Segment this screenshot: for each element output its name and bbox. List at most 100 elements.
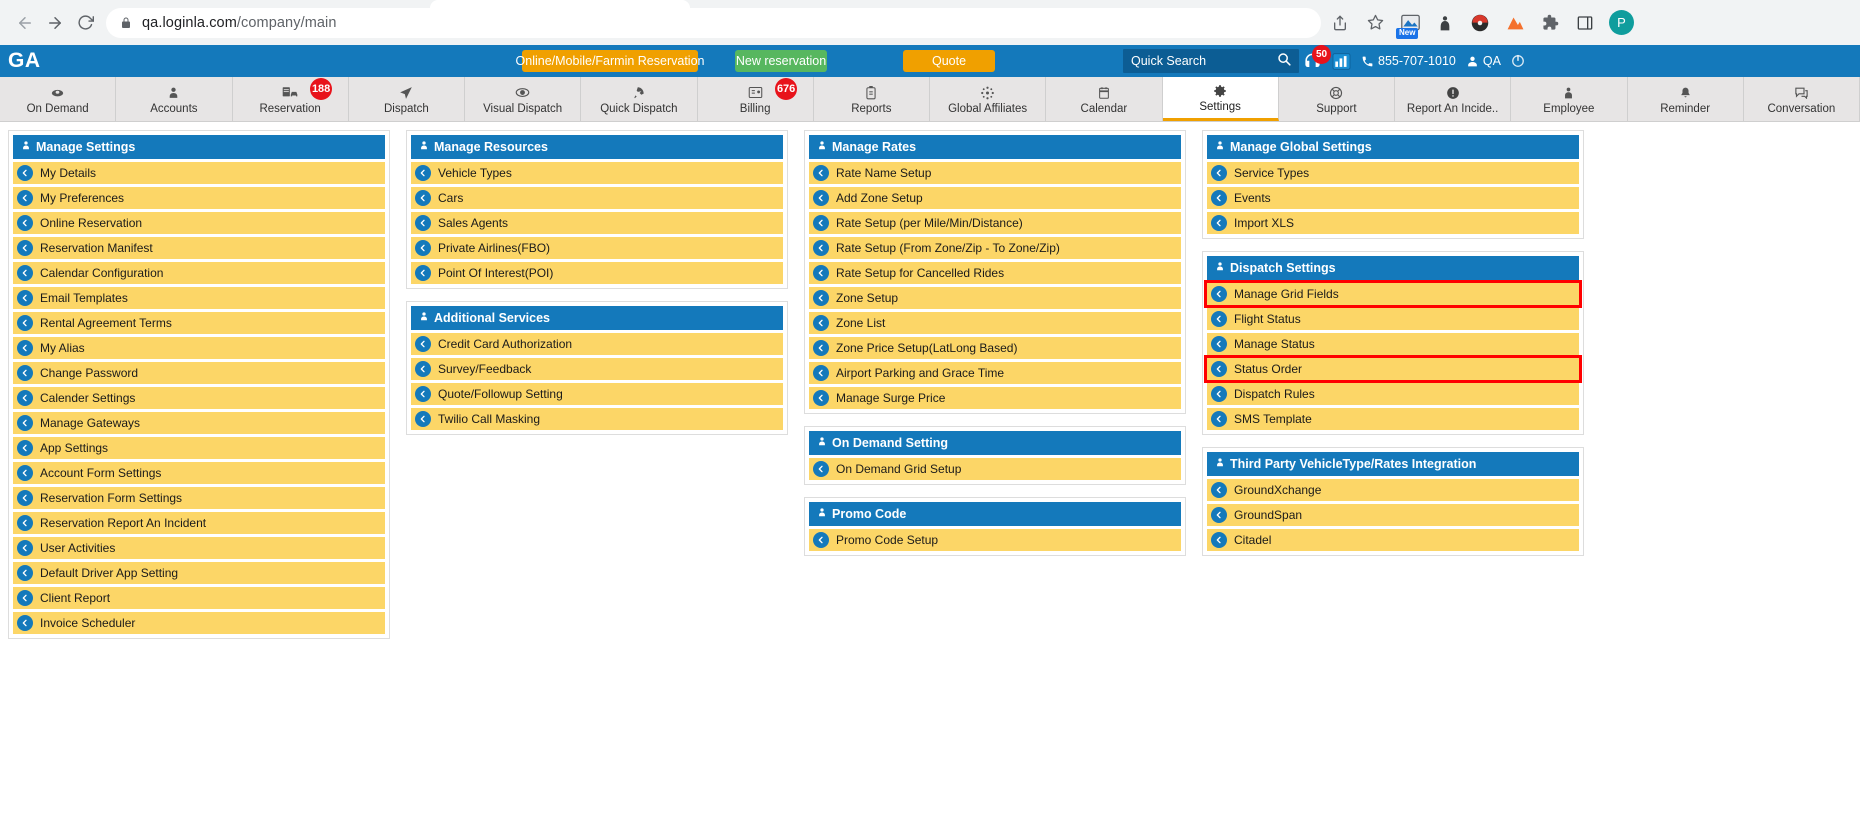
menu-item-calender-settings[interactable]: Calender Settings (13, 387, 385, 409)
menu-item-twilio-call-masking[interactable]: Twilio Call Masking (411, 408, 783, 430)
menu-item-rate-name-setup[interactable]: Rate Name Setup (809, 162, 1181, 184)
menu-item-survey-feedback[interactable]: Survey/Feedback (411, 358, 783, 380)
screenshot-extension-icon[interactable]: New (1399, 12, 1421, 34)
nav-item-reports[interactable]: Reports (814, 77, 930, 121)
nav-item-billing[interactable]: Billing676 (698, 77, 814, 121)
menu-item-invoice-scheduler[interactable]: Invoice Scheduler (13, 612, 385, 634)
nav-item-report-an-incide[interactable]: Report An Incide.. (1395, 77, 1511, 121)
adblock-extension-icon[interactable] (1469, 12, 1491, 34)
online-mobile-farmin-reservation-button[interactable]: Online/Mobile/Farmin Reservation (522, 50, 698, 72)
reload-icon[interactable] (70, 8, 100, 38)
chevron-left-icon (17, 240, 33, 256)
menu-item-zone-price-setup-latlong-based[interactable]: Zone Price Setup(LatLong Based) (809, 337, 1181, 359)
back-arrow-icon[interactable] (10, 8, 40, 38)
menu-item-airport-parking-and-grace-time[interactable]: Airport Parking and Grace Time (809, 362, 1181, 384)
share-icon[interactable] (1329, 12, 1351, 34)
analytics-chart-icon[interactable] (1332, 53, 1351, 70)
search-icon[interactable] (1277, 52, 1291, 71)
nav-item-dispatch[interactable]: Dispatch (349, 77, 465, 121)
menu-item-app-settings[interactable]: App Settings (13, 437, 385, 459)
nav-item-employee[interactable]: Employee (1511, 77, 1627, 121)
nav-item-global-affiliates[interactable]: Global Affiliates (930, 77, 1046, 121)
star-icon[interactable] (1364, 12, 1386, 34)
menu-item-change-password[interactable]: Change Password (13, 362, 385, 384)
forward-arrow-icon[interactable] (40, 8, 70, 38)
nav-item-reminder[interactable]: Reminder (1628, 77, 1744, 121)
menu-item-my-details[interactable]: My Details (13, 162, 385, 184)
menu-item-credit-card-authorization[interactable]: Credit Card Authorization (411, 333, 783, 355)
menu-item-groundxchange[interactable]: GroundXchange (1207, 479, 1579, 501)
nav-item-reservation[interactable]: Reservation188 (233, 77, 349, 121)
menu-item-private-airlines-fbo[interactable]: Private Airlines(FBO) (411, 237, 783, 259)
quick-search-box[interactable]: Quick Search (1123, 49, 1299, 73)
menu-item-rate-setup-per-mile-min-distance[interactable]: Rate Setup (per Mile/Min/Distance) (809, 212, 1181, 234)
nav-item-badge: 188 (310, 78, 332, 100)
menu-item-import-xls[interactable]: Import XLS (1207, 212, 1579, 234)
chevron-left-icon (415, 215, 431, 231)
menu-item-rate-setup-from-zone-zip-to-zone-zip[interactable]: Rate Setup (From Zone/Zip - To Zone/Zip) (809, 237, 1181, 259)
phone-number[interactable]: 855-707-1010 (1361, 54, 1456, 68)
browser-tab-stub[interactable] (430, 0, 690, 8)
app-logo[interactable]: GA (0, 49, 120, 73)
menu-item-reservation-manifest[interactable]: Reservation Manifest (13, 237, 385, 259)
sidepanel-icon[interactable] (1574, 12, 1596, 34)
nav-item-support[interactable]: Support (1279, 77, 1395, 121)
quote-button[interactable]: Quote (903, 50, 995, 72)
menu-item-groundspan[interactable]: GroundSpan (1207, 504, 1579, 526)
nav-item-settings[interactable]: Settings (1163, 77, 1279, 121)
menu-item-account-form-settings[interactable]: Account Form Settings (13, 462, 385, 484)
menu-item-my-alias[interactable]: My Alias (13, 337, 385, 359)
mountain-extension-icon[interactable] (1504, 12, 1526, 34)
menu-item-add-zone-setup[interactable]: Add Zone Setup (809, 187, 1181, 209)
support-headset-icon[interactable]: 50 (1303, 52, 1322, 71)
new-reservation-button[interactable]: New reservation (735, 50, 827, 72)
profile-avatar[interactable]: P (1609, 10, 1634, 35)
extensions-puzzle-icon[interactable] (1539, 12, 1561, 34)
nav-item-conversation[interactable]: Conversation (1744, 77, 1860, 121)
menu-item-zone-list[interactable]: Zone List (809, 312, 1181, 334)
nav-item-visual-dispatch[interactable]: Visual Dispatch (465, 77, 581, 121)
menu-item-rental-agreement-terms[interactable]: Rental Agreement Terms (13, 312, 385, 334)
nav-item-calendar[interactable]: Calendar (1046, 77, 1162, 121)
incognito-person-extension-icon[interactable] (1434, 12, 1456, 34)
menu-item-vehicle-types[interactable]: Vehicle Types (411, 162, 783, 184)
menu-item-zone-setup[interactable]: Zone Setup (809, 287, 1181, 309)
menu-item-manage-surge-price[interactable]: Manage Surge Price (809, 387, 1181, 409)
menu-item-my-preferences[interactable]: My Preferences (13, 187, 385, 209)
nav-item-on-demand[interactable]: On Demand (0, 77, 116, 121)
menu-item-sms-template[interactable]: SMS Template (1207, 408, 1579, 430)
menu-item-online-reservation[interactable]: Online Reservation (13, 212, 385, 234)
panel-promo-code: Promo CodePromo Code Setup (804, 497, 1186, 556)
menu-item-sales-agents[interactable]: Sales Agents (411, 212, 783, 234)
menu-item-service-types[interactable]: Service Types (1207, 162, 1579, 184)
menu-item-manage-gateways[interactable]: Manage Gateways (13, 412, 385, 434)
menu-item-user-activities[interactable]: User Activities (13, 537, 385, 559)
menu-item-dispatch-rules[interactable]: Dispatch Rules (1207, 383, 1579, 405)
menu-item-client-report[interactable]: Client Report (13, 587, 385, 609)
nav-item-quick-dispatch[interactable]: Quick Dispatch (581, 77, 697, 121)
menu-item-reservation-report-an-incident[interactable]: Reservation Report An Incident (13, 512, 385, 534)
menu-item-manage-grid-fields[interactable]: Manage Grid Fields (1207, 283, 1579, 305)
address-bar[interactable]: qa.loginla.com/company/main (106, 8, 1321, 38)
menu-item-default-driver-app-setting[interactable]: Default Driver App Setting (13, 562, 385, 584)
logout-icon[interactable] (1511, 54, 1525, 68)
user-account-menu[interactable]: QA (1466, 54, 1501, 68)
menu-item-status-order[interactable]: Status Order (1207, 358, 1579, 380)
menu-item-calendar-configuration[interactable]: Calendar Configuration (13, 262, 385, 284)
quick-search-input[interactable]: Quick Search (1131, 54, 1277, 68)
menu-item-promo-code-setup[interactable]: Promo Code Setup (809, 529, 1181, 551)
nav-item-accounts[interactable]: Accounts (116, 77, 232, 121)
menu-item-rate-setup-for-cancelled-rides[interactable]: Rate Setup for Cancelled Rides (809, 262, 1181, 284)
menu-item-flight-status[interactable]: Flight Status (1207, 308, 1579, 330)
menu-item-events[interactable]: Events (1207, 187, 1579, 209)
menu-item-quote-followup-setting[interactable]: Quote/Followup Setting (411, 383, 783, 405)
menu-item-email-templates[interactable]: Email Templates (13, 287, 385, 309)
menu-item-point-of-interest-poi[interactable]: Point Of Interest(POI) (411, 262, 783, 284)
menu-item-cars[interactable]: Cars (411, 187, 783, 209)
menu-item-citadel[interactable]: Citadel (1207, 529, 1579, 551)
menu-item-reservation-form-settings[interactable]: Reservation Form Settings (13, 487, 385, 509)
menu-item-on-demand-grid-setup[interactable]: On Demand Grid Setup (809, 458, 1181, 480)
chevron-left-icon (17, 490, 33, 506)
menu-item-manage-status[interactable]: Manage Status (1207, 333, 1579, 355)
nav-item-label: Dispatch (384, 103, 429, 115)
